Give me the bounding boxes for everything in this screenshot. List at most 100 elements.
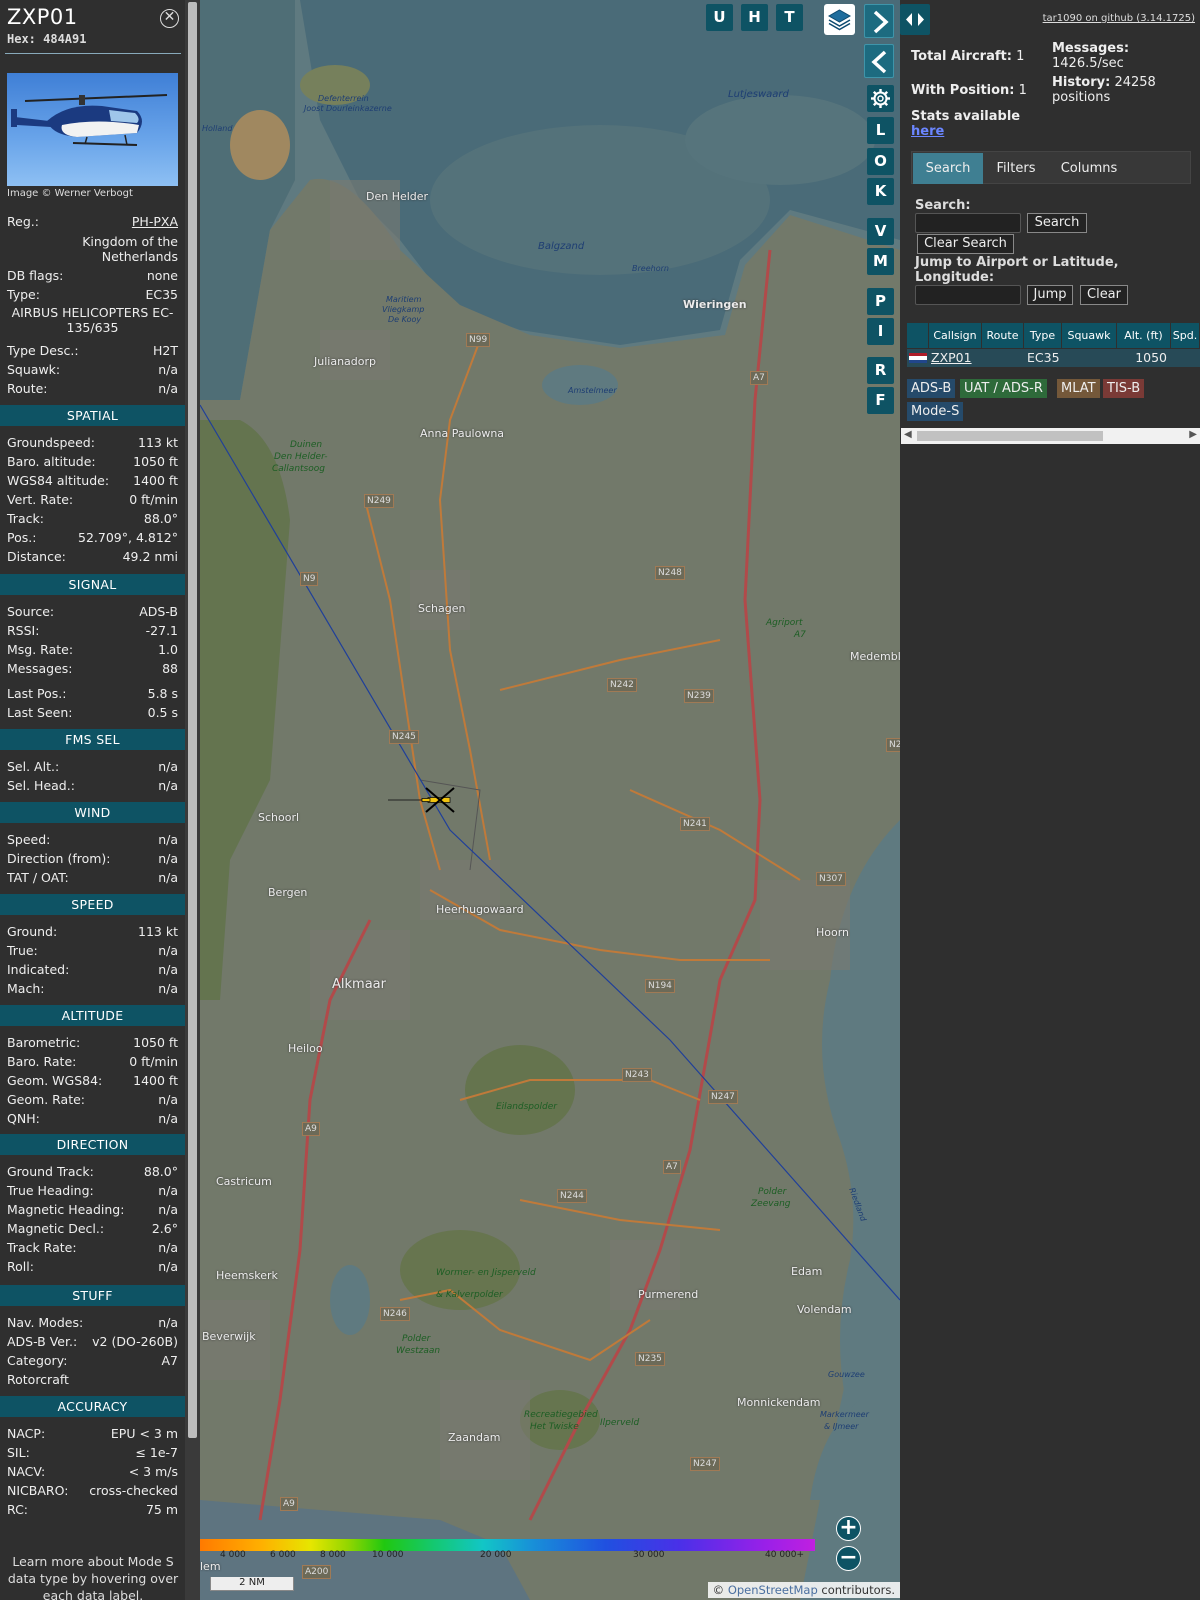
toggle-t-button[interactable]: T [776,4,803,31]
detail-label[interactable]: Geom. Rate: [7,1092,85,1107]
detail-label[interactable]: Track: [7,511,44,526]
expand-sidebar-button[interactable] [864,4,894,38]
info-label: DB flags: [7,268,64,283]
jump-input[interactable] [915,285,1021,305]
road-shield: N249 [364,494,394,508]
detail-label[interactable]: Direction (from): [7,851,111,866]
legend-adsb-badge[interactable]: ADS-B [907,379,956,398]
detail-label[interactable]: Vert. Rate: [7,492,73,507]
clear-search-button[interactable]: Clear Search [917,234,1014,254]
detail-label[interactable]: Speed: [7,832,50,847]
col-route-header[interactable]: Route [982,323,1024,348]
zoom-out-button[interactable]: − [836,1546,861,1571]
toggle-p-button[interactable]: P [867,288,894,315]
detail-label[interactable]: Magnetic Decl.: [7,1221,104,1236]
map-view[interactable]: Den Helder Wieringen Julianadorp Anna Pa… [200,0,900,1600]
scroll-left-icon[interactable]: ◀ [904,429,912,440]
table-row[interactable]: ZXP01 EC35 1050 [907,349,1200,367]
toggle-r-button[interactable]: R [867,357,894,384]
detail-label[interactable]: Barometric: [7,1035,80,1050]
detail-label[interactable]: Indicated: [7,962,69,977]
aircraft-photo[interactable] [7,73,178,186]
sidebar-scrollbar[interactable] [185,0,200,1600]
tab-columns[interactable]: Columns [1049,153,1129,184]
github-link[interactable]: tar1090 on github (3.14.1725) [1043,13,1195,24]
detail-label[interactable]: Ground: [7,924,57,939]
close-icon[interactable]: ✕ [160,9,179,28]
zoom-in-button[interactable]: + [836,1516,861,1541]
row-callsign[interactable]: ZXP01 [931,349,972,367]
layers-button[interactable] [824,4,855,35]
detail-label[interactable]: NICBARO: [7,1483,68,1498]
info-value: n/a [158,381,178,396]
detail-label[interactable]: Mach: [7,981,44,996]
detail-label[interactable]: NACV: [7,1464,45,1479]
scroll-right-icon[interactable]: ▶ [1189,429,1197,440]
toggle-l-button[interactable]: L [867,117,894,144]
detail-label[interactable]: Distance: [7,549,66,564]
collapse-sidebar-button[interactable] [864,44,894,78]
detail-label[interactable]: Roll: [7,1259,34,1274]
detail-label[interactable]: Category: [7,1353,67,1368]
detail-label[interactable]: NACP: [7,1426,45,1441]
jump-button[interactable]: Jump [1027,285,1073,305]
settings-button[interactable] [867,85,894,112]
hscroll-thumb[interactable] [917,431,1103,441]
detail-label[interactable]: TAT / OAT: [7,870,69,885]
detail-label[interactable]: RC: [7,1502,28,1517]
detail-label[interactable]: Baro. Rate: [7,1054,76,1069]
detail-label[interactable]: WGS84 altitude: [7,473,109,488]
col-callsign-header[interactable]: Callsign [929,323,982,348]
detail-label[interactable]: RSSI: [7,623,39,638]
detail-label[interactable]: Sel. Alt.: [7,759,59,774]
detail-label[interactable]: True Heading: [7,1183,94,1198]
toggle-o-button[interactable]: O [867,148,894,175]
col-alt-header[interactable]: Alt. (ft) [1117,323,1171,348]
detail-label[interactable]: Messages: [7,661,73,676]
detail-label[interactable]: ADS-B Ver.: [7,1334,77,1349]
toggle-v-button[interactable]: V [867,218,894,245]
legend-mlat-badge[interactable]: MLAT [1057,379,1100,398]
detail-label[interactable]: Magnetic Heading: [7,1202,124,1217]
col-spd-header[interactable]: Spd. [1171,323,1200,348]
detail-label[interactable]: Geom. WGS84: [7,1073,102,1088]
detail-label[interactable]: Msg. Rate: [7,642,73,657]
detail-label[interactable]: Nav. Modes: [7,1315,83,1330]
toggle-m-button[interactable]: M [867,248,894,275]
table-hscrollbar[interactable]: ◀ ▶ [901,428,1200,444]
toggle-f-button[interactable]: F [867,387,894,414]
detail-label[interactable]: Track Rate: [7,1240,77,1255]
detail-label[interactable]: True: [7,943,38,958]
detail-label[interactable]: Baro. altitude: [7,454,96,469]
detail-label[interactable]: Ground Track: [7,1164,94,1179]
detail-label[interactable]: Sel. Head.: [7,778,75,793]
toggle-k-button[interactable]: K [867,178,894,205]
tab-search[interactable]: Search [913,153,983,184]
col-type-header[interactable]: Type [1024,323,1062,348]
tab-filters[interactable]: Filters [985,153,1047,184]
clear-button[interactable]: Clear [1080,285,1128,305]
legend-modes-badge[interactable]: Mode-S [907,402,964,421]
detail-label[interactable]: Groundspeed: [7,435,95,450]
search-input[interactable] [915,213,1021,233]
detail-label[interactable]: Last Pos.: [7,686,66,701]
detail-label[interactable]: SIL: [7,1445,30,1460]
toggle-h-button[interactable]: H [741,4,768,31]
sidebar-scrollbar-thumb[interactable] [188,2,197,1438]
osm-link[interactable]: OpenStreetMap [728,1583,818,1597]
detail-label[interactable]: Last Seen: [7,705,72,720]
legend-tisb-badge[interactable]: TIS-B [1103,379,1145,398]
stats-link[interactable]: here [911,124,944,139]
detail-label[interactable]: QNH: [7,1111,40,1126]
toggle-u-button[interactable]: U [706,4,733,31]
detail-label[interactable]: Pos.: [7,530,36,545]
detail-label[interactable]: Rotorcraft [7,1372,69,1387]
search-button[interactable]: Search [1027,213,1087,233]
detail-label[interactable]: Source: [7,604,54,619]
legend-uat-badge[interactable]: UAT / ADS-R [960,379,1047,398]
toggle-i-button[interactable]: I [867,318,894,345]
photo-credit: Image © Werner Verbogt [7,188,133,199]
col-squawk-header[interactable]: Squawk [1062,323,1117,348]
registration-link[interactable]: PH-PXA [132,214,178,229]
toggle-layout-button[interactable] [900,4,930,35]
